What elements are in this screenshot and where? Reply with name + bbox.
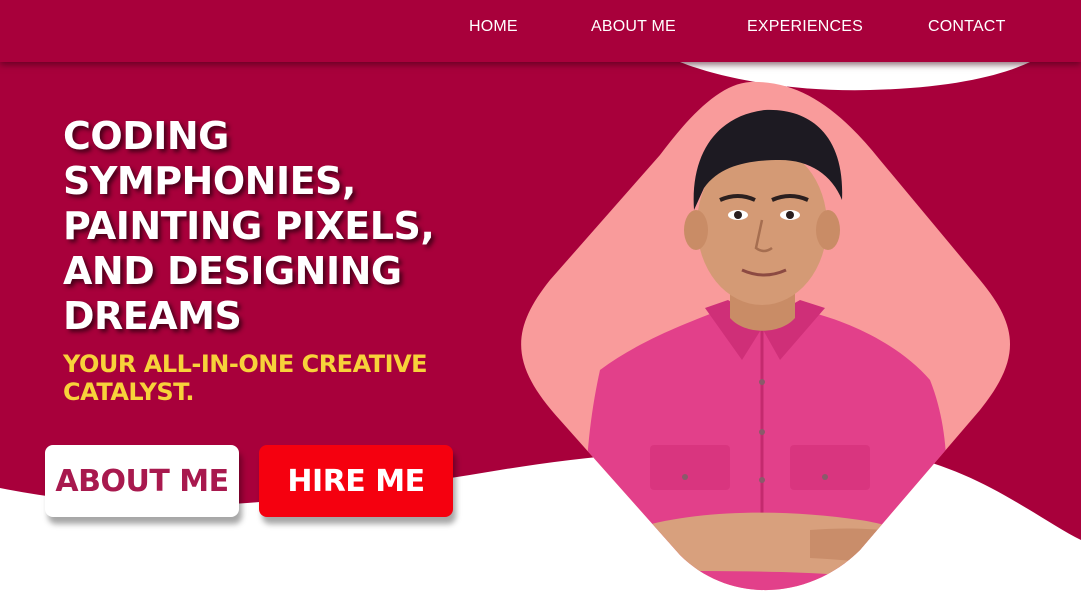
nav-about-me[interactable]: ABOUT ME — [591, 18, 676, 36]
portrait-photo — [521, 81, 1010, 591]
top-navbar: HOME ABOUT ME EXPERIENCES CONTACT — [0, 0, 1081, 62]
nav-experiences[interactable]: EXPERIENCES — [747, 18, 863, 36]
hero-headline: CODING SYMPHONIES, PAINTING PIXELS, AND … — [63, 114, 435, 338]
hero-tagline: YOUR ALL-IN-ONE CREATIVE CATALYST. — [63, 350, 428, 406]
hire-me-button[interactable]: HIRE ME — [259, 445, 453, 517]
nav-contact[interactable]: CONTACT — [928, 18, 1006, 36]
portfolio-page: HOME ABOUT ME EXPERIENCES CONTACT CODING… — [0, 0, 1081, 607]
nav-home[interactable]: HOME — [469, 18, 518, 36]
about-me-button[interactable]: ABOUT ME — [45, 445, 239, 517]
